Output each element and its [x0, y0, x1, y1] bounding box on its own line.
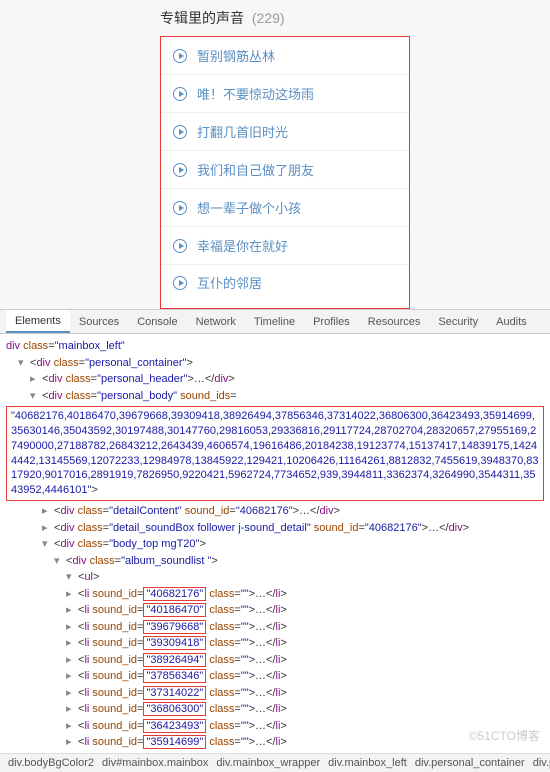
expand-icon[interactable]: ▾ [30, 388, 40, 405]
dom-node[interactable]: div class="mainbox_left" [6, 338, 544, 355]
track-item[interactable]: 唯！不要惊动这场雨 [161, 75, 409, 113]
track-label: 打翻几首旧时光 [197, 122, 288, 141]
dom-node[interactable]: ▸<div class="detailContent" sound_id="40… [6, 503, 544, 520]
expand-icon[interactable]: ▸ [66, 701, 76, 718]
track-item[interactable]: 暂别钢筋丛林 [161, 37, 409, 75]
breadcrumb-item[interactable]: div.personal_body [533, 757, 550, 769]
play-icon [173, 239, 187, 253]
dom-node[interactable]: ▾<div class="body_top mgT20"> [6, 536, 544, 553]
tab-audits[interactable]: Audits [487, 310, 536, 333]
watermark: ©51CTO博客 [469, 727, 540, 744]
dom-node-li[interactable]: ▸<li sound_id="37856346" class="">…</li> [6, 668, 544, 685]
tab-console[interactable]: Console [128, 310, 186, 333]
expand-icon[interactable]: ▸ [66, 602, 76, 619]
track-item[interactable]: 想一辈子做个小孩 [161, 189, 409, 227]
breadcrumb-item[interactable]: div.mainbox_left [328, 757, 407, 769]
dom-node-li[interactable]: ▸<li sound_id="40682176" class="">…</li> [6, 586, 544, 603]
tab-profiles[interactable]: Profiles [304, 310, 359, 333]
expand-icon[interactable]: ▸ [66, 635, 76, 652]
dom-node-li[interactable]: ▸<li sound_id="36423493" class="">…</li> [6, 718, 544, 735]
tab-elements[interactable]: Elements [6, 310, 70, 333]
play-icon [173, 125, 187, 139]
tab-network[interactable]: Network [187, 310, 245, 333]
breadcrumb-item[interactable]: div.mainbox_wrapper [216, 757, 320, 769]
tab-resources[interactable]: Resources [359, 310, 430, 333]
track-label: 暂别钢筋丛林 [197, 46, 275, 65]
expand-icon[interactable]: ▸ [66, 668, 76, 685]
dom-node[interactable]: ▾<div class="personal_body" sound_ids= [6, 388, 544, 405]
sound-ids-highlight: "40682176,40186470,39679668,39309418,389… [6, 406, 544, 501]
expand-icon[interactable]: ▸ [66, 685, 76, 702]
track-item[interactable]: 幸福是你在就好 [161, 227, 409, 265]
dom-node-li[interactable]: ▸<li sound_id="39679668" class="">…</li> [6, 619, 544, 636]
breadcrumb-item[interactable]: div.personal_container [415, 757, 525, 769]
track-item-truncated[interactable]: 互仆的邻居 [161, 265, 409, 300]
track-list-highlight-box: 暂别钢筋丛林 唯！不要惊动这场雨 打翻几首旧时光 我们和自己做了朋友 想一辈子做… [160, 36, 410, 309]
tab-sources[interactable]: Sources [70, 310, 128, 333]
dom-node-li[interactable]: ▸<li sound_id="38926494" class="">…</li> [6, 652, 544, 669]
page-content-area: 专辑里的声音 (229) 暂别钢筋丛林 唯！不要惊动这场雨 打翻几首旧时光 我们… [0, 0, 550, 309]
dom-node[interactable]: ▸<div class="detail_soundBox follower j-… [6, 520, 544, 537]
expand-icon[interactable]: ▸ [66, 619, 76, 636]
breadcrumb-item[interactable]: div.bodyBgColor2 [8, 757, 94, 769]
dom-node-li[interactable]: ▸<li sound_id="40186470" class="">…</li> [6, 602, 544, 619]
play-icon [173, 276, 187, 290]
expand-icon[interactable]: ▸ [42, 503, 52, 520]
dom-node-li[interactable]: ▸<li sound_id="35914699" class="">…</li> [6, 734, 544, 751]
dom-node-li[interactable]: ▸<li sound_id="37314022" class="">…</li> [6, 685, 544, 702]
elements-tree[interactable]: div class="mainbox_left" ▾<div class="pe… [0, 334, 550, 753]
dom-node[interactable]: ▾<div class="album_soundlist "> [6, 553, 544, 570]
dom-node[interactable]: ▸<div class="personal_header">…</div> [6, 371, 544, 388]
expand-icon[interactable]: ▾ [54, 553, 64, 570]
breadcrumb-item[interactable]: div#mainbox.mainbox [102, 757, 208, 769]
album-title: 专辑里的声音 [160, 10, 244, 26]
dom-node-li[interactable]: ▸<li sound_id="39309418" class="">…</li> [6, 635, 544, 652]
tab-security[interactable]: Security [429, 310, 487, 333]
devtools-panel: Elements Sources Console Network Timelin… [0, 309, 550, 772]
track-item[interactable]: 打翻几首旧时光 [161, 113, 409, 151]
album-header: 专辑里的声音 (229) [0, 0, 550, 36]
expand-icon[interactable]: ▸ [42, 520, 52, 537]
expand-icon[interactable]: ▾ [42, 536, 52, 553]
track-label: 互仆的邻居 [197, 273, 262, 292]
tab-timeline[interactable]: Timeline [245, 310, 304, 333]
track-label: 想一辈子做个小孩 [197, 198, 301, 217]
play-icon [173, 163, 187, 177]
play-icon [173, 87, 187, 101]
track-item[interactable]: 我们和自己做了朋友 [161, 151, 409, 189]
album-count: (229) [252, 10, 285, 26]
track-label: 唯！不要惊动这场雨 [197, 84, 314, 103]
breadcrumb[interactable]: div.bodyBgColor2 div#mainbox.mainbox div… [0, 753, 550, 772]
expand-icon[interactable]: ▸ [66, 586, 76, 603]
expand-icon[interactable]: ▸ [30, 371, 40, 388]
expand-icon[interactable]: ▸ [66, 734, 76, 751]
expand-icon[interactable]: ▾ [66, 569, 76, 586]
track-label: 幸福是你在就好 [197, 236, 288, 255]
dom-node[interactable]: ▾<ul> [6, 569, 544, 586]
track-label: 我们和自己做了朋友 [197, 160, 314, 179]
devtools-tabs: Elements Sources Console Network Timelin… [0, 310, 550, 334]
dom-node[interactable]: ▾<div class="personal_container"> [6, 355, 544, 372]
play-icon [173, 49, 187, 63]
expand-icon[interactable]: ▸ [66, 652, 76, 669]
expand-icon[interactable]: ▾ [18, 355, 28, 372]
play-icon [173, 201, 187, 215]
expand-icon[interactable]: ▸ [66, 718, 76, 735]
dom-node-li[interactable]: ▸<li sound_id="36806300" class="">…</li> [6, 701, 544, 718]
